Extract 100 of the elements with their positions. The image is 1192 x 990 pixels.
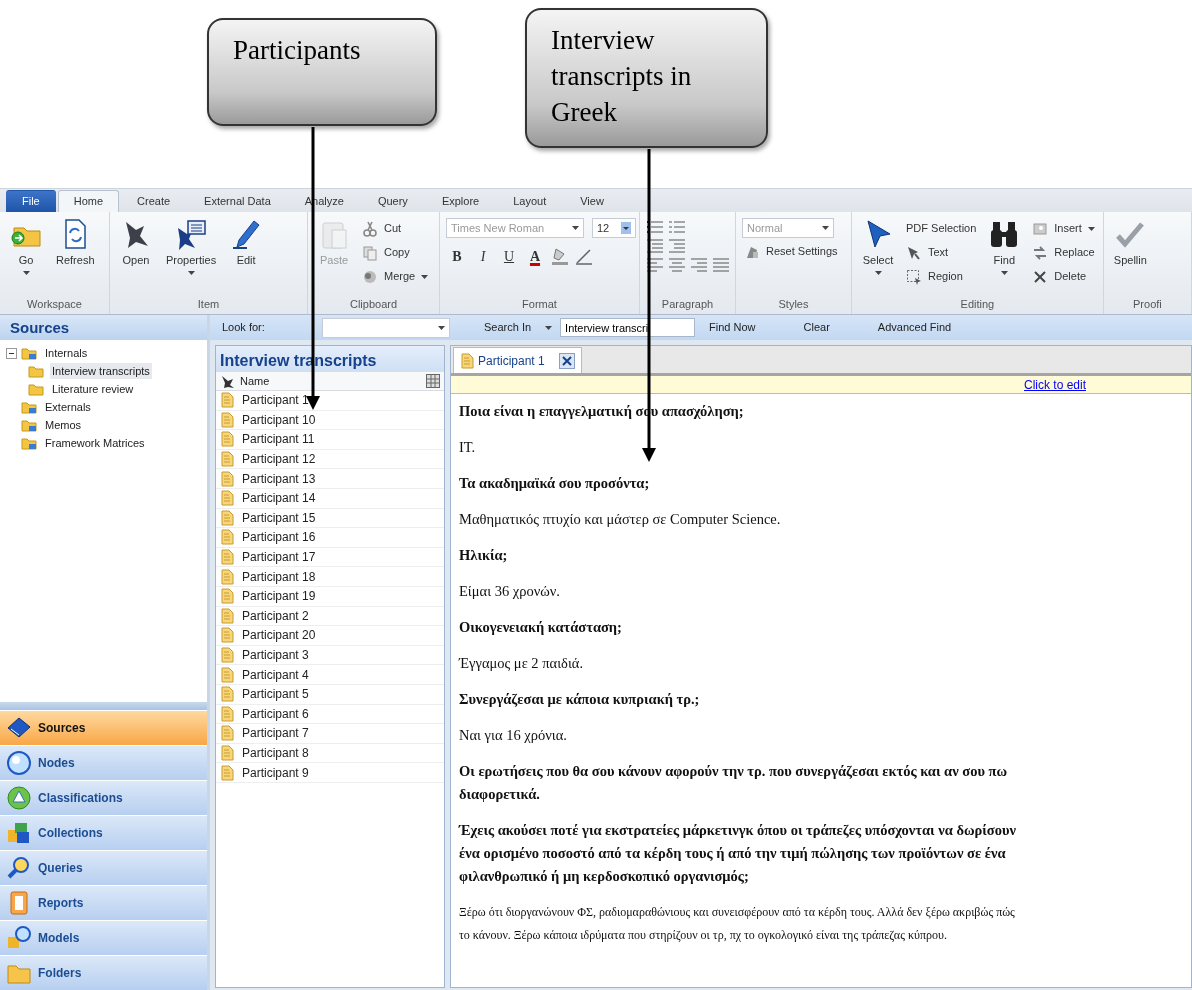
ribbon-button[interactable]: PDF Selection	[904, 218, 979, 239]
list-item[interactable]: Participant 10	[242, 410, 316, 429]
format-button[interactable]: I	[472, 245, 494, 267]
list-item[interactable]: Participant 11	[242, 430, 315, 449]
caret-icon	[545, 325, 553, 330]
ribbon-button[interactable]: Spellin	[1109, 216, 1151, 296]
document-icon	[220, 764, 234, 781]
ribbon-tab[interactable]: External Data	[188, 190, 287, 212]
size-dropdown[interactable]: 12	[592, 218, 636, 238]
navigation-button[interactable]: Queries	[0, 850, 207, 885]
ribbon-button[interactable]: Copy	[360, 242, 431, 263]
document-paragraph: IT.	[459, 438, 477, 457]
splitter-handle[interactable]	[0, 702, 207, 710]
ribbon-button[interactable]: Refresh	[52, 216, 99, 296]
document-icon	[220, 705, 234, 722]
ribbon-button[interactable]: Select	[858, 216, 898, 296]
search-field[interactable]	[322, 317, 450, 338]
ribbon-tab[interactable]: Home	[57, 190, 120, 212]
ribbon-tab[interactable]: Create	[121, 190, 187, 212]
list-item[interactable]: Participant 12	[242, 450, 316, 469]
navigation-button[interactable]: Models	[0, 920, 207, 955]
list-item[interactable]: Participant 1	[242, 391, 309, 410]
ribbon-button[interactable]: Merge	[360, 266, 431, 287]
ribbon-tab[interactable]: View	[564, 190, 620, 212]
format-button[interactable]: A	[524, 245, 546, 267]
line-icon	[574, 246, 594, 266]
ribbon-tab[interactable]: Layout	[497, 190, 563, 212]
ribbon-button[interactable]: Go	[6, 216, 46, 296]
ribbon-button[interactable]: Insert	[1030, 218, 1097, 239]
list-item[interactable]: Participant 4	[242, 665, 309, 684]
list-item[interactable]: Participant 17	[242, 548, 316, 567]
list-item[interactable]: Participant 18	[242, 567, 316, 586]
ribbon-button[interactable]: Region	[904, 266, 979, 287]
toolbar-button[interactable]: Find Now	[705, 319, 760, 336]
tree-item[interactable]: Interview transcripts	[50, 362, 152, 380]
format-button[interactable]: B	[446, 245, 468, 267]
document-tab[interactable]: Participant 1	[453, 347, 582, 373]
navigation-button[interactable]: Folders	[0, 955, 207, 990]
navigation-button[interactable]: Collections	[0, 815, 207, 850]
ribbon-button[interactable]: Cut	[360, 218, 431, 239]
justify-icon	[712, 256, 730, 272]
tree-item[interactable]: Literature review	[50, 380, 136, 398]
list-item[interactable]: Participant 8	[242, 744, 309, 762]
ribbon-button[interactable]: Text	[904, 242, 979, 263]
outdent-icon	[646, 237, 664, 253]
format-button[interactable]: U	[498, 245, 520, 267]
navigation-button[interactable]: Sources	[0, 710, 207, 745]
scope-field[interactable]: Interview transcri	[560, 318, 696, 337]
magnifier-icon	[6, 855, 32, 881]
list-item[interactable]: Participant 14	[242, 489, 316, 508]
list-item[interactable]: Participant 16	[242, 528, 316, 547]
list-item[interactable]: Participant 2	[242, 606, 309, 625]
list-item[interactable]: Participant 19	[242, 587, 316, 606]
sphere-icon	[6, 750, 32, 776]
document-paragraph: Έχεις ακούσει ποτέ για εκστρατείες μάρκετινγκ όπου οι τράπεζες υπόσχονται να δωρίσουν ένα ορισμένο ποσοστό από τα κέρδη τους ή από την τιμή πώλησης των προϊόντων σε ένα φιλανθρωπικό ή μη κερδοσκοπικό οργανισμός;	[459, 821, 1017, 886]
toolbar-button[interactable]: Clear	[799, 319, 834, 336]
list-item[interactable]: Participant 6	[242, 704, 309, 723]
caret-icon	[822, 226, 829, 230]
document-icon	[460, 352, 474, 369]
tree-item[interactable]: Externals	[43, 398, 93, 416]
ribbon-tab[interactable]: Explore	[425, 190, 496, 212]
tree-item[interactable]: Internals	[43, 344, 90, 362]
folder-icon	[21, 435, 39, 451]
blocks-icon	[6, 820, 32, 846]
ribbon-tab[interactable]: File	[6, 190, 56, 212]
group-label: Styles	[777, 297, 810, 312]
edit-link[interactable]: Click to edit	[1023, 376, 1086, 393]
list-item[interactable]: Participant 7	[242, 724, 309, 743]
ribbon-button[interactable]: Delete	[1030, 266, 1097, 287]
tree-item[interactable]: Memos	[43, 416, 84, 434]
document-paragraph: Έγγαμος με 2 παιδιά.	[459, 654, 584, 673]
document-icon	[220, 568, 234, 585]
ribbon-button[interactable]: Properties	[162, 216, 221, 296]
document-icon	[220, 627, 234, 644]
ribbon-tab[interactable]: Query	[361, 190, 424, 212]
document-icon	[220, 745, 234, 761]
list-item[interactable]: Participant 5	[242, 685, 309, 704]
document-icon	[220, 588, 234, 605]
document-icon	[220, 686, 234, 703]
tree-item[interactable]: Framework Matrices	[43, 434, 147, 452]
document-paragraph: Μαθηματικός πτυχίο και μάστερ σε Computer Science.	[459, 510, 782, 529]
search-in-button[interactable]: Search In	[480, 319, 557, 336]
ribbon-button[interactable]: Edit	[226, 216, 267, 296]
navigation-button[interactable]: Classifications	[0, 780, 207, 815]
list-item[interactable]: Participant 15	[242, 508, 316, 527]
list-item[interactable]: Participant 13	[242, 469, 316, 488]
document-paragraph: Ξέρω ότι διοργανώνουν ΦΣ, ραδιομαραθώνιους και συνεισφέρουν από τα κέρδη τους. Αλλά δεν ξέρω ακριβώς πώς το κάνουν. Ξέρω κάποια ιδρύματα που στηρίζουν οι τρ, πχ το ογκολογικό είναι της τράπεζας κύπρου.	[459, 904, 1016, 944]
ribbon-button[interactable]: Find	[984, 216, 1025, 296]
list-item[interactable]: Participant 3	[242, 646, 309, 664]
list-item[interactable]: Participant 9	[242, 763, 309, 782]
ribbon-button[interactable]: Replace	[1030, 242, 1097, 263]
toolbar-button[interactable]: Advanced Find	[873, 319, 956, 336]
navigation-button[interactable]: Nodes	[0, 745, 207, 780]
ribbon-button[interactable]: Reset Settings	[742, 241, 840, 262]
document-icon	[220, 647, 234, 663]
navigation-button[interactable]: Reports	[0, 885, 207, 920]
document-paragraph: Συνεργάζεσαι με κάποια κυπριακή τρ.;	[459, 690, 701, 709]
ribbon-button[interactable]: Open	[116, 216, 156, 296]
caret-icon	[421, 274, 429, 279]
list-item[interactable]: Participant 20	[242, 626, 316, 645]
